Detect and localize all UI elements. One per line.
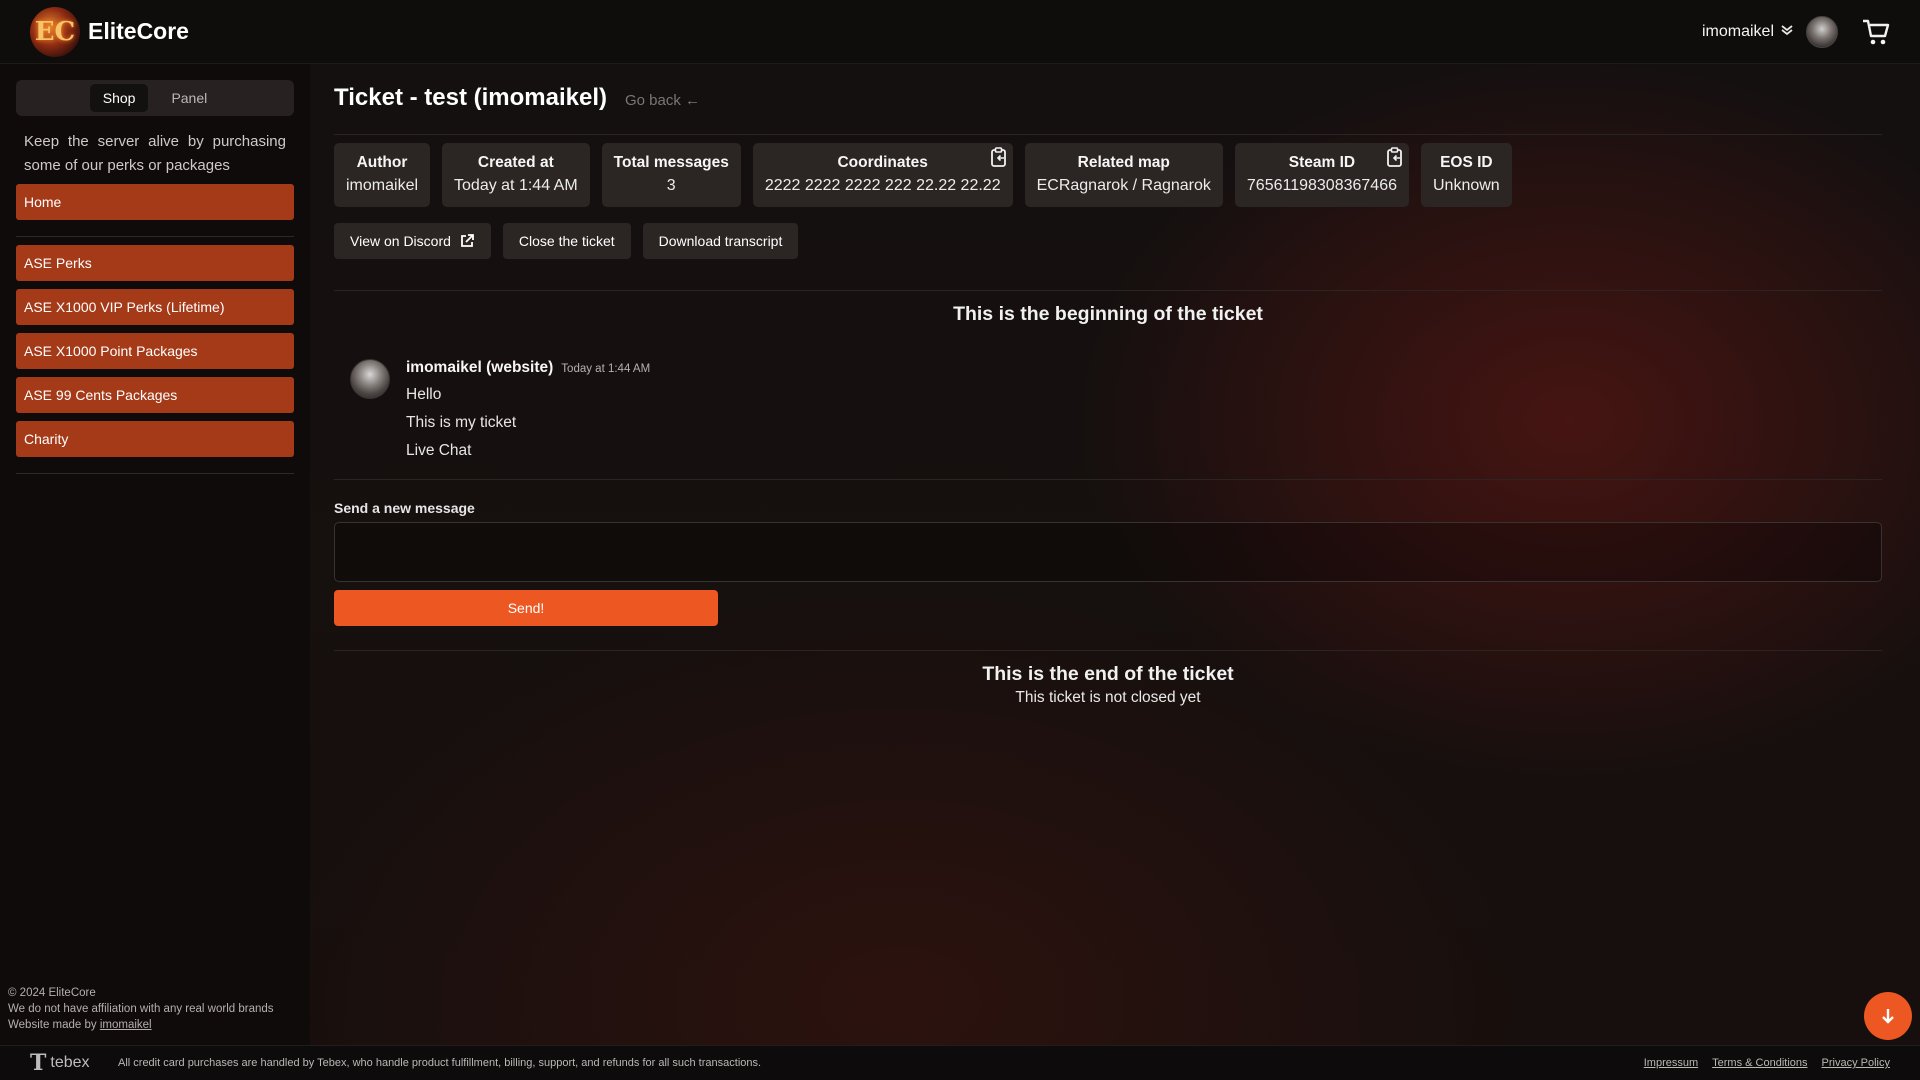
ticket-status-text: This ticket is not closed yet bbox=[1015, 689, 1201, 706]
info-label: EOS ID bbox=[1440, 154, 1493, 171]
page-title: Ticket - test (imomaikel) bbox=[334, 84, 607, 111]
privacy-policy-link[interactable]: Privacy Policy bbox=[1822, 1057, 1890, 1069]
info-value: ECRagnarok / Ragnarok bbox=[1036, 177, 1211, 194]
divider bbox=[334, 290, 1882, 291]
divider bbox=[334, 650, 1882, 651]
arrow-down-icon bbox=[1882, 1009, 1894, 1024]
sidebar: Shop Panel Keep the server alive by purc… bbox=[0, 64, 310, 1045]
info-label: Created at bbox=[477, 154, 554, 171]
sidebar-footer: © 2024 EliteCore We do not have affiliat… bbox=[8, 985, 274, 1033]
tebex-mark-icon: T bbox=[30, 1050, 47, 1076]
credits-link[interactable]: imomaikel bbox=[100, 1019, 152, 1031]
top-navbar: EC EliteCore imomaikel bbox=[0, 0, 1920, 64]
ticket-end-heading: This is the end of the ticket bbox=[982, 663, 1234, 685]
send-message-label: Send a new message bbox=[334, 500, 475, 516]
copyright: © 2024 EliteCore bbox=[8, 987, 96, 999]
go-back-link[interactable]: Go back ← bbox=[625, 92, 700, 109]
sidebar-item-ase-perks[interactable]: ASE Perks bbox=[16, 245, 294, 281]
info-value: imomaikel bbox=[346, 177, 419, 194]
brand[interactable]: EC EliteCore bbox=[30, 6, 189, 57]
ticket-title-row: Ticket - test (imomaikel) Go back ← bbox=[334, 84, 1882, 118]
legal-text: All credit card purchases are handled by… bbox=[118, 1057, 762, 1069]
info-value: Unknown bbox=[1433, 177, 1500, 194]
message-timestamp: Today at 1:44 AM bbox=[561, 363, 651, 375]
ticket-info-row: Author imomaikel Created at Today at 1:4… bbox=[334, 143, 1882, 207]
cart-icon[interactable] bbox=[1860, 16, 1892, 48]
info-card-related-map: Related map ECRagnarok / Ragnarok bbox=[1024, 143, 1223, 207]
info-value: Today at 1:44 AM bbox=[454, 177, 578, 194]
credits: Website made by imomaikel bbox=[8, 1017, 274, 1033]
view-on-discord-label: View on Discord bbox=[350, 233, 451, 249]
message-header: imomaikel (website) Today at 1:44 AM bbox=[406, 359, 650, 381]
sidebar-item-vip-perks[interactable]: ASE X1000 VIP Perks (Lifetime) bbox=[16, 289, 294, 325]
view-on-discord-button[interactable]: View on Discord bbox=[334, 223, 491, 259]
divider bbox=[334, 134, 1882, 135]
info-card-created-at: Created at Today at 1:44 AM bbox=[442, 143, 590, 207]
tebex-logo[interactable]: T tebex bbox=[30, 1050, 118, 1076]
clipboard-copy-icon[interactable] bbox=[988, 146, 1010, 168]
sidebar-promo-text: Keep the server alive by purchasing some… bbox=[24, 133, 286, 174]
tebex-name: tebex bbox=[50, 1054, 90, 1071]
divider bbox=[334, 479, 1882, 480]
ticket-main: Ticket - test (imomaikel) Go back ← Auth… bbox=[334, 64, 1882, 1045]
sidebar-item-home[interactable]: Home bbox=[16, 184, 294, 220]
info-card-eos-id: EOS ID Unknown bbox=[1421, 143, 1512, 207]
info-card-author: Author imomaikel bbox=[334, 143, 431, 207]
message-author: imomaikel (website) bbox=[406, 359, 554, 376]
message-line: Live Chat bbox=[406, 442, 472, 459]
message-line: This is my ticket bbox=[406, 414, 517, 431]
info-card-steam-id: Steam ID 76561198308367466 bbox=[1234, 143, 1409, 207]
message-body: imomaikel (website) Today at 1:44 AM Hel… bbox=[406, 359, 650, 465]
message-textarea[interactable] bbox=[334, 522, 1882, 582]
impressum-link[interactable]: Impressum bbox=[1644, 1057, 1698, 1069]
info-label: Total messages bbox=[613, 154, 729, 171]
info-value: 3 bbox=[666, 177, 676, 194]
sidebar-categories: ASE Perks ASE X1000 VIP Perks (Lifetime)… bbox=[16, 245, 294, 457]
send-button[interactable]: Send! bbox=[334, 590, 718, 626]
info-label: Coordinates bbox=[837, 154, 928, 171]
chat-message: imomaikel (website) Today at 1:44 AM Hel… bbox=[334, 359, 1882, 465]
sidebar-item-99-cents[interactable]: ASE 99 Cents Packages bbox=[16, 377, 294, 413]
close-ticket-button[interactable]: Close the ticket bbox=[502, 223, 631, 259]
scroll-down-button[interactable] bbox=[1864, 992, 1912, 1040]
info-label: Steam ID bbox=[1288, 154, 1356, 171]
external-link-icon bbox=[461, 234, 474, 247]
info-value: 2222 2222 2222 222 22.22 22.22 bbox=[764, 177, 1001, 194]
sidebar-divider bbox=[16, 473, 294, 474]
sidebar-divider bbox=[16, 236, 294, 237]
info-card-coordinates: Coordinates 2222 2222 2222 222 22.22 22.… bbox=[752, 143, 1013, 207]
ticket-actions: View on Discord Close the ticket Downloa… bbox=[334, 223, 1882, 259]
tab-shop[interactable]: Shop bbox=[89, 84, 149, 112]
user-name[interactable]: imomaikel bbox=[1702, 23, 1774, 41]
tab-panel[interactable]: Panel bbox=[158, 84, 220, 112]
terms-link[interactable]: Terms & Conditions bbox=[1712, 1057, 1807, 1069]
credits-prefix: Website made by bbox=[8, 1019, 97, 1031]
shop-panel-toggle: Shop Panel bbox=[16, 80, 294, 116]
info-label: Related map bbox=[1077, 154, 1170, 171]
sidebar-item-charity[interactable]: Charity bbox=[16, 421, 294, 457]
brand-name[interactable]: EliteCore bbox=[88, 18, 189, 45]
info-card-total-messages: Total messages 3 bbox=[601, 143, 741, 207]
user-avatar[interactable] bbox=[1806, 15, 1838, 48]
footer-links: Impressum Terms & Conditions Privacy Pol… bbox=[1644, 1057, 1890, 1069]
logo[interactable]: EC bbox=[30, 6, 80, 57]
clipboard-copy-icon[interactable] bbox=[1384, 146, 1406, 168]
message-line: Hello bbox=[406, 386, 442, 403]
legal-footer: T tebex All credit card purchases are ha… bbox=[0, 1045, 1920, 1080]
user-area: imomaikel bbox=[1702, 15, 1892, 48]
ticket-beginning-heading: This is the beginning of the ticket bbox=[953, 303, 1263, 325]
download-transcript-button[interactable]: Download transcript bbox=[642, 223, 799, 259]
info-value: 76561198308367466 bbox=[1246, 177, 1397, 194]
sidebar-item-point-packages[interactable]: ASE X1000 Point Packages bbox=[16, 333, 294, 369]
avatar bbox=[350, 359, 390, 399]
user-menu[interactable]: imomaikel bbox=[1702, 23, 1794, 41]
disclaimer: We do not have affiliation with any real… bbox=[8, 1003, 274, 1015]
info-label: Author bbox=[356, 154, 408, 171]
chevron-down-icon[interactable] bbox=[1780, 23, 1794, 40]
